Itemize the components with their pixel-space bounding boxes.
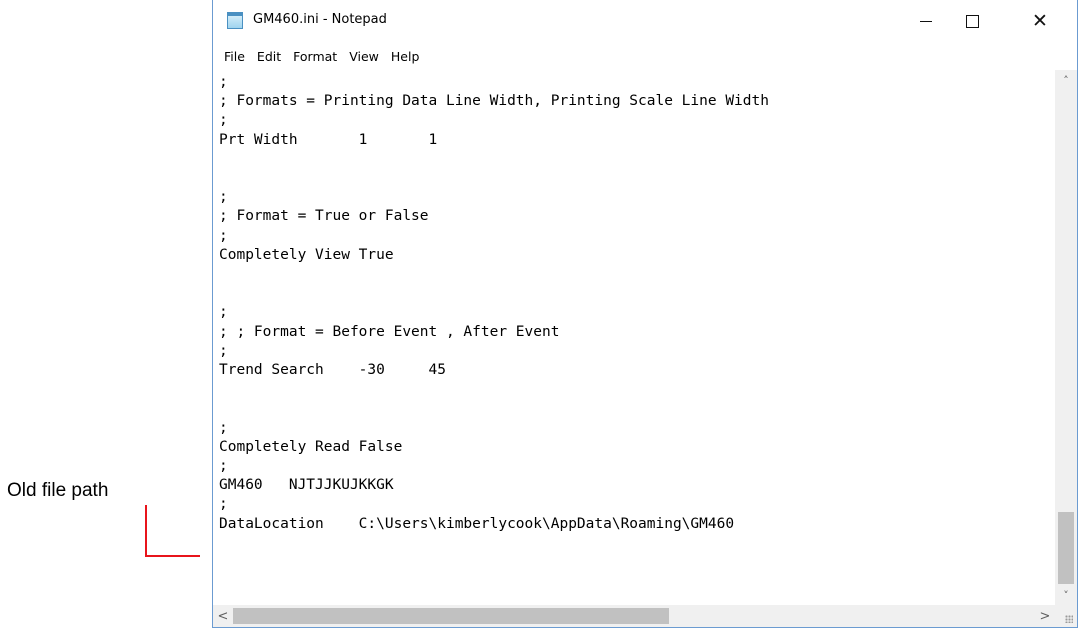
maximize-button[interactable] [949,0,995,42]
horizontal-scroll-thumb[interactable] [233,608,669,624]
menu-edit[interactable]: Edit [252,49,286,64]
callout-line-horizontal [145,555,200,557]
chevron-down-icon: ˅ [1063,588,1069,602]
vertical-scrollbar[interactable]: ˄ ˅ [1055,70,1077,605]
resize-grip-icon[interactable] [1055,605,1077,627]
minimize-icon [920,20,932,22]
menu-help[interactable]: Help [386,49,425,64]
notepad-icon [227,12,243,29]
maximize-icon [965,14,979,28]
notepad-window: GM460.ini - Notepad ✕ File Edit Format V… [212,0,1078,628]
close-icon: ✕ [1032,9,1048,32]
menu-bar: File Edit Format View Help [213,42,1077,70]
menu-view[interactable]: View [344,49,384,64]
annotation-label: Old file path [7,480,109,501]
text-editor[interactable]: ; ; Formats = Printing Data Line Width, … [213,70,1055,605]
window-title: GM460.ini - Notepad [253,12,387,27]
scroll-right-button[interactable]: > [1035,605,1055,627]
close-button[interactable]: ✕ [1017,0,1063,42]
scroll-up-button[interactable]: ˄ [1055,70,1077,90]
horizontal-scrollbar[interactable]: < > [213,605,1055,627]
scroll-left-button[interactable]: < [213,605,233,627]
title-bar[interactable]: GM460.ini - Notepad ✕ [213,0,1077,42]
callout-line-vertical [145,505,147,557]
chevron-right-icon: > [1039,608,1051,624]
editor-content[interactable]: ; ; Formats = Printing Data Line Width, … [213,70,1055,534]
chevron-up-icon: ˄ [1063,73,1069,87]
chevron-left-icon: < [217,608,229,624]
minimize-button[interactable] [903,0,949,42]
vertical-scroll-thumb[interactable] [1058,512,1074,584]
scroll-down-button[interactable]: ˅ [1055,585,1077,605]
menu-format[interactable]: Format [288,49,342,64]
menu-file[interactable]: File [219,49,250,64]
